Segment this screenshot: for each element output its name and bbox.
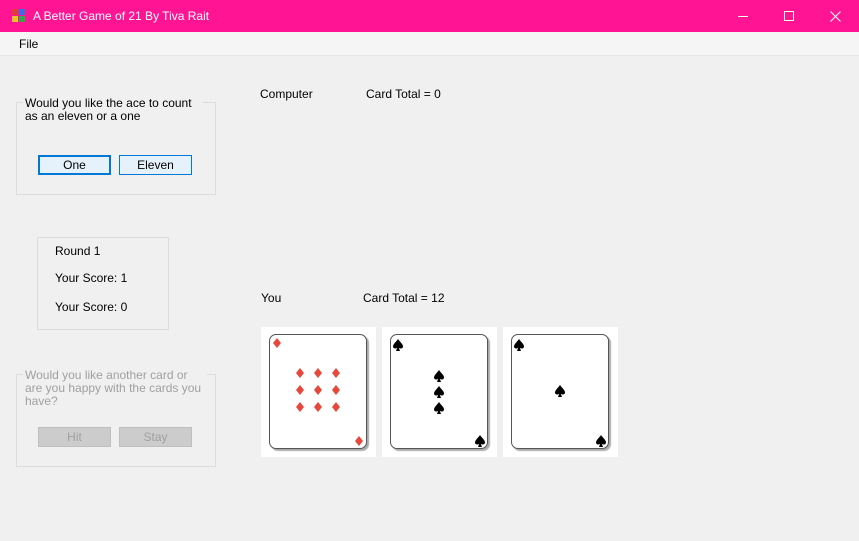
player-card-slot-2 (382, 327, 497, 457)
computer-card-total: Card Total = 0 (366, 87, 441, 101)
score-label-1: Your Score: 1 (55, 271, 128, 285)
nine-of-diamonds-icon (273, 338, 363, 446)
three-of-spades-icon (393, 339, 485, 447)
stay-button[interactable]: Stay (119, 427, 192, 447)
menu-file[interactable]: File (12, 36, 45, 52)
close-icon (829, 10, 841, 22)
ace-eleven-button[interactable]: Eleven (119, 155, 192, 175)
player-label: You (261, 291, 282, 305)
hit-button[interactable]: Hit (38, 427, 111, 447)
scoreboard-group: Round 1 Your Score: 1 Your Score: 0 (37, 237, 169, 330)
ace-choice-prompt: Would you like the ace to count as an el… (23, 97, 203, 123)
app-icon (12, 9, 26, 23)
maximize-button[interactable] (766, 0, 812, 32)
player-card-1 (269, 334, 367, 449)
player-card-2 (390, 334, 488, 449)
ace-one-button[interactable]: One (38, 155, 111, 175)
ace-of-spades-icon (514, 339, 606, 447)
computer-label: Computer (260, 87, 313, 101)
player-card-total: Card Total = 12 (363, 291, 445, 305)
title-bar[interactable]: A Better Game of 21 By Tiva Rait (0, 0, 859, 32)
hit-stay-prompt: Would you like another card or are you h… (23, 369, 207, 408)
hit-stay-group: Would you like another card or are you h… (16, 369, 216, 467)
window-title: A Better Game of 21 By Tiva Rait (33, 9, 210, 23)
game-area: Would you like the ace to count as an el… (0, 56, 859, 541)
player-card-slot-1 (261, 327, 376, 457)
player-card-3 (511, 334, 609, 449)
maximize-icon (784, 11, 794, 21)
menu-bar: File (0, 32, 859, 56)
ace-choice-group: Would you like the ace to count as an el… (16, 97, 216, 195)
round-label: Round 1 (55, 244, 101, 258)
close-button[interactable] (812, 0, 858, 32)
minimize-button[interactable] (720, 0, 766, 32)
score-label-2: Your Score: 0 (55, 300, 128, 314)
player-card-slot-3 (503, 327, 618, 457)
minimize-icon (738, 16, 748, 17)
